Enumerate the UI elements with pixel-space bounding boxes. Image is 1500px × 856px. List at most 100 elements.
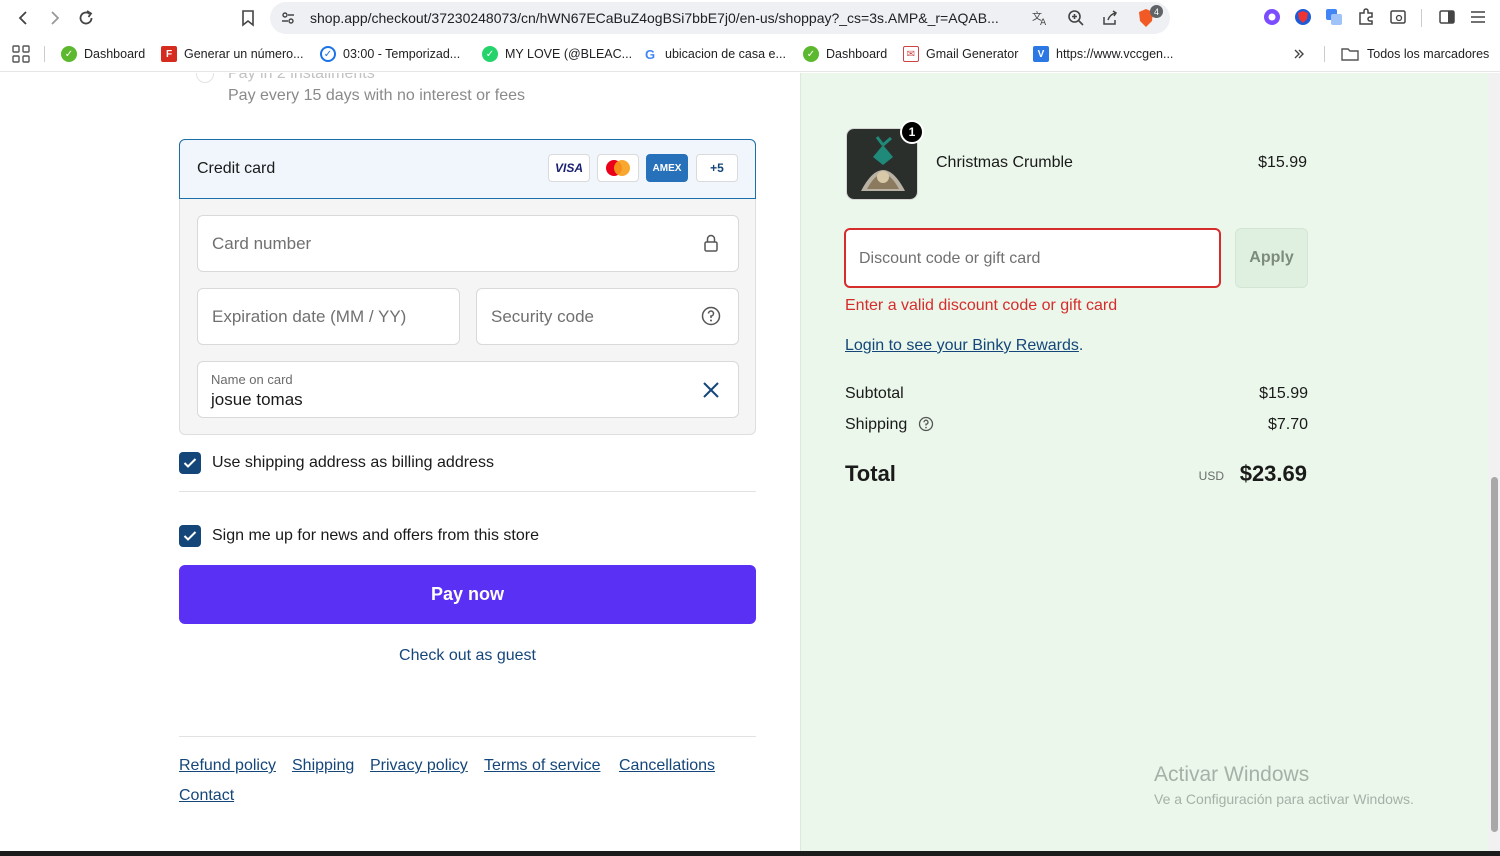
subtotal-row: Subtotal $15.99 — [845, 385, 1308, 403]
product-name: Christmas Crumble — [936, 154, 1073, 171]
name-on-card-label: Name on card — [211, 372, 293, 387]
more-bookmarks-chevron-icon[interactable] — [1292, 44, 1306, 64]
pay-now-button[interactable]: Pay now — [179, 565, 756, 624]
extensions-puzzle-icon[interactable] — [1355, 6, 1377, 28]
name-on-card-field[interactable]: Name on card josue tomas — [197, 361, 739, 418]
shipping-row: Shipping $7.70 — [845, 416, 1308, 437]
terms-of-service-link[interactable]: Terms of service — [484, 757, 600, 775]
bookmark-favicon-icon: V — [1033, 46, 1049, 62]
discount-code-placeholder: Discount code or gift card — [859, 250, 1041, 267]
timer-icon: ✓ — [320, 46, 336, 62]
folder-icon — [1341, 48, 1359, 61]
apply-discount-button[interactable]: Apply — [1235, 228, 1308, 288]
billing-address-label: Use shipping address as billing address — [212, 454, 494, 471]
billing-address-checkbox[interactable] — [179, 452, 201, 474]
contact-link[interactable]: Contact — [179, 787, 234, 805]
credit-card-header[interactable]: Credit card VISA AMEX +5 — [179, 139, 756, 199]
forward-icon[interactable] — [42, 6, 66, 30]
url-text[interactable]: shop.app/checkout/37230248073/cn/hWN67EC… — [310, 10, 999, 26]
newsletter-label: Sign me up for news and offers from this… — [212, 527, 539, 544]
windows-activation-subtitle: Ve a Configuración para activar Windows. — [1154, 791, 1414, 807]
checkout-as-guest-link[interactable]: Check out as guest — [179, 647, 756, 665]
payment-section: Pay in 2 installments Pay every 15 days … — [0, 73, 800, 851]
installment-option-subtitle: Pay every 15 days with no interest or fe… — [228, 87, 526, 104]
help-circle-icon[interactable] — [700, 305, 722, 327]
subtotal-amount: $15.99 — [1259, 385, 1308, 402]
extension-shield-icon[interactable] — [1292, 6, 1314, 28]
refund-policy-link[interactable]: Refund policy — [179, 757, 276, 775]
shield-count-badge: 4 — [1150, 5, 1163, 18]
credit-card-panel: Credit card VISA AMEX +5 Card number Exp… — [179, 139, 756, 435]
bookmark-dashboard-2[interactable]: ✓ Dashboard — [803, 44, 887, 64]
google-icon: G — [642, 46, 658, 62]
all-bookmarks[interactable]: Todos los marcadores — [1341, 44, 1489, 64]
security-code-field[interactable]: Security code — [476, 288, 739, 345]
bookmark-favicon-icon: ✓ — [803, 46, 819, 62]
apps-grid-icon[interactable] — [12, 45, 30, 63]
installment-radio[interactable] — [196, 73, 214, 83]
taskbar-strip — [0, 851, 1500, 856]
total-currency: USD — [1198, 469, 1224, 483]
billing-address-checkbox-row[interactable]: Use shipping address as billing address — [179, 451, 494, 475]
bookmark-gmail-generator[interactable]: ✉ Gmail Generator — [903, 44, 1018, 64]
footer-divider — [179, 736, 756, 737]
name-on-card-value: josue tomas — [211, 390, 303, 409]
installment-option-title: Pay in 2 installments — [228, 73, 375, 82]
bookmark-favicon-icon: ✓ — [61, 46, 77, 62]
back-icon[interactable] — [12, 6, 36, 30]
extension-purple-icon[interactable] — [1261, 6, 1283, 28]
amex-icon: AMEX — [646, 154, 688, 182]
credit-card-title: Credit card — [197, 160, 276, 177]
page-scrollbar[interactable] — [1488, 73, 1500, 851]
reload-icon[interactable] — [74, 6, 98, 30]
total-amount: $23.69 — [1239, 461, 1307, 486]
toolbar-divider — [1421, 9, 1422, 27]
visa-icon: VISA — [548, 154, 590, 182]
site-settings-icon[interactable] — [278, 8, 298, 28]
windows-activation-title: Activar Windows — [1154, 763, 1310, 786]
scrollbar-thumb[interactable] — [1491, 477, 1498, 832]
more-brands-badge: +5 — [696, 154, 738, 182]
bookmark-temporizador[interactable]: ✓ 03:00 - Temporizad... — [320, 44, 460, 64]
share-icon[interactable] — [1100, 8, 1120, 28]
browser-toolbar: shop.app/checkout/37230248073/cn/hWN67EC… — [0, 0, 1500, 36]
clear-icon[interactable] — [700, 379, 722, 401]
translate-icon[interactable]: 文A — [1030, 8, 1050, 28]
bookmark-favicon-icon: ✓ — [482, 46, 498, 62]
address-bar[interactable]: shop.app/checkout/37230248073/cn/hWN67EC… — [270, 2, 1170, 34]
expiration-date-field[interactable]: Expiration date (MM / YY) — [197, 288, 460, 345]
bookmark-favicon-icon: F — [161, 46, 177, 62]
media-controls-icon[interactable] — [1387, 6, 1409, 28]
shipping-policy-link[interactable]: Shipping — [292, 757, 354, 775]
check-icon — [183, 458, 197, 468]
newsletter-checkbox[interactable] — [179, 525, 201, 547]
discount-code-input[interactable]: Discount code or gift card — [844, 228, 1221, 288]
bookmarks-divider — [44, 46, 45, 62]
google-translate-icon[interactable] — [1323, 6, 1345, 28]
svg-text:A: A — [1040, 18, 1047, 27]
menu-icon[interactable] — [1467, 6, 1489, 28]
cancellations-link[interactable]: Cancellations — [619, 757, 715, 775]
check-icon — [183, 531, 197, 541]
mastercard-icon — [597, 154, 639, 182]
bookmark-generar[interactable]: F Generar un número... — [161, 44, 304, 64]
bookmarks-bar: ✓ Dashboard F Generar un número... ✓ 03:… — [0, 36, 1500, 72]
shipping-label: Shipping — [845, 416, 908, 433]
subtotal-label: Subtotal — [845, 385, 904, 402]
shipping-help-icon[interactable] — [918, 416, 934, 437]
bookmarks-divider — [1324, 46, 1325, 62]
sidebar-toggle-icon[interactable] — [1436, 6, 1458, 28]
bookmark-ubicacion[interactable]: G ubicacion de casa e... — [642, 44, 786, 64]
security-code-placeholder: Security code — [491, 307, 594, 326]
bookmark-my-love[interactable]: ✓ MY LOVE (@BLEAC... — [482, 44, 632, 64]
card-number-field[interactable]: Card number — [197, 215, 739, 272]
rewards-login-link[interactable]: Login to see your Binky Rewards — [845, 337, 1079, 354]
order-summary: 1 Christmas Crumble $15.99 Discount code… — [800, 73, 1488, 851]
privacy-policy-link[interactable]: Privacy policy — [370, 757, 468, 775]
bookmark-dashboard[interactable]: ✓ Dashboard — [61, 44, 145, 64]
newsletter-checkbox-row[interactable]: Sign me up for news and offers from this… — [179, 524, 539, 548]
shipping-amount: $7.70 — [1267, 416, 1308, 433]
bookmark-star-icon[interactable] — [236, 6, 260, 30]
bookmark-vccgen[interactable]: V https://www.vccgen... — [1033, 44, 1173, 64]
zoom-icon[interactable] — [1066, 8, 1086, 28]
